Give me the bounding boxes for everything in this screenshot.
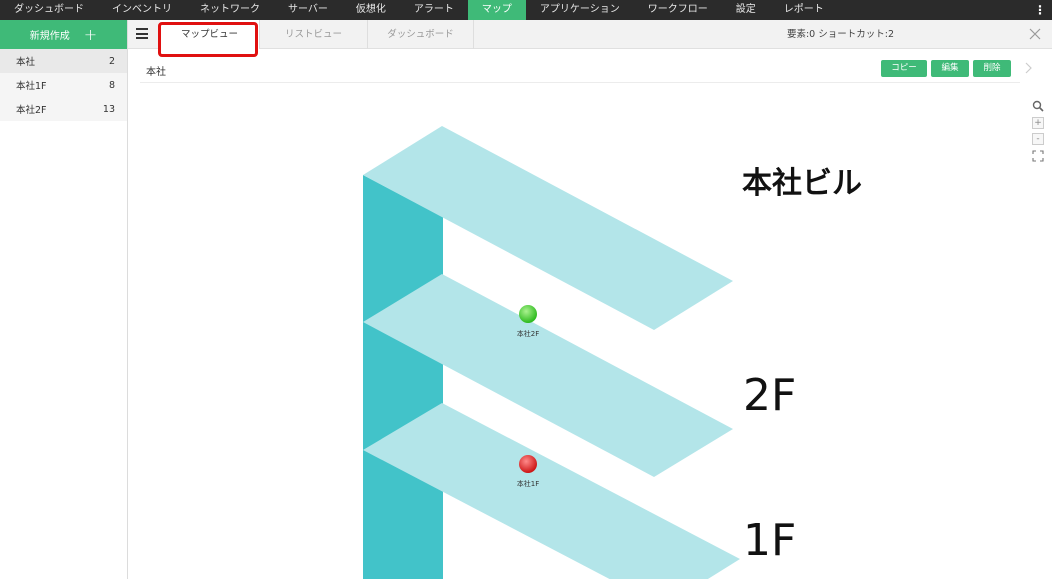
hamburger-menu-icon[interactable] <box>136 28 148 39</box>
more-menu-icon[interactable]: ⋮ <box>1034 0 1046 20</box>
new-create-label: 新規作成 <box>29 31 70 42</box>
tab-bar: マップビュー リストビュー ダッシュボード 要素:0 ショートカット:2 <box>128 20 1052 49</box>
building-wall <box>363 175 443 579</box>
delete-button[interactable]: 削除 <box>973 60 1011 77</box>
tab-list-view[interactable]: リストビュー <box>260 20 368 49</box>
sidebar-item-honsha-1f[interactable]: 本社1F 8 <box>0 73 127 97</box>
floor-label-1f: 1F <box>743 515 797 566</box>
sidebar-item-honsha-2f[interactable]: 本社2F 13 <box>0 97 127 121</box>
nav-reports[interactable]: レポート <box>770 0 838 20</box>
sidebar-item-honsha[interactable]: 本社 2 <box>0 49 127 73</box>
sidebar-item-count: 8 <box>108 79 115 91</box>
sidebar-item-label: 本社 <box>16 57 36 68</box>
close-icon[interactable] <box>1028 27 1042 41</box>
sidebar-item-count: 13 <box>102 103 115 115</box>
nav-network[interactable]: ネットワーク <box>186 0 274 20</box>
status-up-icon[interactable] <box>519 305 537 323</box>
sidebar-item-count: 2 <box>108 55 115 67</box>
tab-map-view[interactable]: マップビュー <box>160 20 260 49</box>
breadcrumb: 本社 <box>146 67 166 78</box>
node-label-2f: 本社2F <box>516 330 540 338</box>
nav-applications[interactable]: アプリケーション <box>526 0 634 20</box>
sidebar-item-label: 本社1F <box>16 81 47 92</box>
tab-dashboard[interactable]: ダッシュボード <box>368 20 474 49</box>
node-label-1f: 本社1F <box>516 480 540 488</box>
top-navigation: ダッシュボード インベントリ ネットワーク サーバー 仮想化 アラート マップ … <box>0 0 1052 20</box>
nav-virtualization[interactable]: 仮想化 <box>342 0 400 20</box>
nav-servers[interactable]: サーバー <box>274 0 342 20</box>
nav-inventory[interactable]: インベントリ <box>98 0 186 20</box>
node-honsha-2f[interactable] <box>519 305 537 323</box>
status-down-icon[interactable] <box>519 455 537 473</box>
nav-workflow[interactable]: ワークフロー <box>634 0 722 20</box>
copy-button[interactable]: コピー <box>881 60 927 77</box>
map-canvas: 本社2F 本社1F <box>128 83 1052 579</box>
element-shortcut-counts: 要素:0 ショートカット:2 <box>786 29 894 40</box>
nav-alerts[interactable]: アラート <box>400 0 468 20</box>
floor-label-2f: 2F <box>743 370 797 421</box>
map-title: 本社ビル <box>742 166 862 201</box>
chevron-right-icon[interactable] <box>1023 61 1033 75</box>
sidebar-item-label: 本社2F <box>16 105 47 116</box>
plus-icon: + <box>83 24 98 44</box>
building-illustration <box>363 126 740 579</box>
node-honsha-1f[interactable] <box>519 455 537 473</box>
nav-map[interactable]: マップ <box>467 0 526 20</box>
edit-button[interactable]: 編集 <box>931 60 969 77</box>
nav-dashboard[interactable]: ダッシュボード <box>0 0 98 20</box>
nav-settings[interactable]: 設定 <box>722 0 770 20</box>
sidebar: 新規作成 + 本社 2 本社1F 8 本社2F 13 <box>0 20 128 579</box>
new-create-button[interactable]: 新規作成 + <box>0 20 127 49</box>
